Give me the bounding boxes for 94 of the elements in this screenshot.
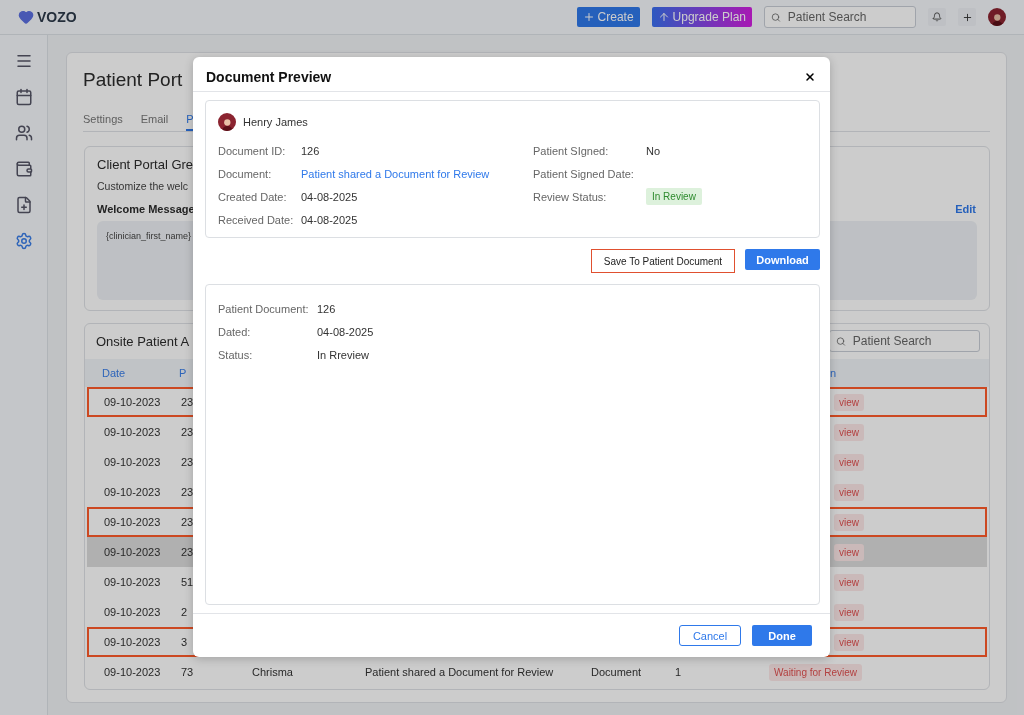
field-label: Dated:: [218, 325, 252, 338]
field-label: Patient Signed Date:: [533, 167, 635, 180]
field-label: Received Date:: [218, 213, 295, 226]
document-link[interactable]: Patient shared a Document for Review: [301, 167, 533, 180]
search-field[interactable]: Patient Search: [829, 330, 980, 352]
wallet-icon[interactable]: [14, 160, 33, 178]
table-cell-text: 09-10-2023: [104, 576, 162, 588]
logo-text: VOZO: [37, 9, 77, 25]
tab[interactable]: Email: [140, 109, 169, 131]
table-cell-text: 09-10-2023: [104, 516, 162, 528]
add-button[interactable]: [958, 8, 976, 26]
search-icon: [771, 11, 781, 23]
calendar-icon[interactable]: [14, 88, 33, 106]
status-badge: view: [834, 543, 864, 561]
upgrade-plan-button[interactable]: Upgrade Plan: [651, 7, 752, 27]
search-field[interactable]: Patient Search: [764, 6, 916, 28]
status-badge: view: [834, 513, 864, 531]
table-cell-text: 09-10-2023: [104, 456, 162, 468]
table-cell-text: 51: [181, 576, 195, 588]
table-cell-text: 2: [181, 606, 189, 618]
table-cell-text: Chrisma: [252, 666, 294, 678]
field-label: Created Date:: [218, 190, 288, 203]
table-cell-text: 09-10-2023: [104, 546, 162, 558]
page-title: Patient Port: [83, 69, 183, 92]
create-button[interactable]: Create: [576, 7, 640, 27]
card-title: Onsite Patient A: [96, 333, 190, 349]
table-cell-text: 23: [181, 396, 195, 408]
status-badge: Waiting for Review: [769, 663, 862, 681]
table-cell-text: Patient shared a Document for Review: [365, 666, 555, 678]
table-cell-text: 09-10-2023: [104, 426, 162, 438]
plus-icon: [582, 11, 595, 23]
table-cell-text: 3: [181, 636, 189, 648]
table-cell-text: 09-10-2023: [104, 666, 162, 678]
done-button[interactable]: Done: [752, 625, 812, 646]
dialog-title: Document Preview: [206, 69, 332, 85]
field-value: 04-08-2025: [301, 213, 359, 226]
user-avatar[interactable]: [988, 8, 1006, 26]
plus-icon: [961, 11, 973, 23]
table-cell-text: 23: [181, 516, 195, 528]
edit-link[interactable]: Edit: [955, 203, 976, 215]
field-value: In Rreview: [317, 348, 370, 361]
table-cell-text: 1: [675, 666, 683, 678]
table-cell-text: 09-10-2023: [104, 396, 162, 408]
field-label: Document ID:: [218, 144, 287, 157]
status-badge: view: [834, 393, 864, 411]
table-cell-text: 73: [181, 666, 195, 678]
field-label: Status:: [218, 348, 254, 361]
patient-avatar: [218, 113, 236, 131]
column-header[interactable]: n: [830, 367, 989, 379]
field-value: 04-08-2025: [301, 190, 359, 203]
card-description: Customize the welc: [97, 180, 190, 192]
table-cell-text: 09-10-2023: [104, 636, 162, 648]
bell-icon: [932, 12, 942, 22]
status-badge: view: [834, 633, 864, 651]
field-label: Review Status:: [533, 190, 608, 203]
section-label: Welcome Message: [97, 203, 195, 215]
tab[interactable]: Settings: [83, 109, 123, 131]
field-value: 126: [317, 302, 337, 315]
column-header[interactable]: Date: [102, 367, 179, 379]
download-button[interactable]: Download: [745, 249, 820, 270]
cancel-button[interactable]: Cancel: [679, 625, 741, 646]
field-label: Patient Document:: [218, 302, 310, 315]
search-input[interactable]: Patient Search: [785, 9, 909, 25]
status-badge: view: [834, 453, 864, 471]
table-cell-text: 09-10-2023: [104, 606, 162, 618]
field-value: No: [646, 144, 662, 157]
search-input[interactable]: Patient Search: [850, 333, 973, 349]
status-badge: view: [834, 423, 864, 441]
table-cell-text: Document: [591, 666, 643, 678]
notification-button[interactable]: [928, 8, 946, 26]
field-label: Document:: [218, 167, 273, 180]
close-button[interactable]: [804, 71, 816, 83]
heart-logo-icon: [18, 9, 34, 25]
table-cell-text: 09-10-2023: [104, 486, 162, 498]
status-badge: view: [834, 603, 864, 621]
table-cell-text: 23: [181, 456, 195, 468]
table-cell-text: 23: [181, 426, 195, 438]
table-cell-text: 23: [181, 486, 195, 498]
field-label: Patient SIgned:: [533, 144, 610, 157]
menu-icon[interactable]: [14, 52, 33, 70]
arrow-up-icon: [657, 11, 670, 23]
search-icon: [836, 335, 846, 347]
save-button[interactable]: Save To Patient Document: [590, 249, 735, 273]
file-plus-icon[interactable]: [14, 196, 33, 214]
users-icon[interactable]: [14, 124, 33, 142]
table-cell-text: 23: [181, 546, 195, 558]
status-badge: In Review: [646, 188, 702, 205]
field-value: 126: [301, 144, 321, 157]
status-badge: view: [834, 483, 864, 501]
field-value: 04-08-2025: [317, 325, 375, 338]
card-title: Client Portal Gre: [97, 157, 195, 172]
patient-name: Henry James: [243, 116, 308, 128]
settings-icon[interactable]: [14, 232, 33, 250]
status-badge: view: [834, 573, 864, 591]
